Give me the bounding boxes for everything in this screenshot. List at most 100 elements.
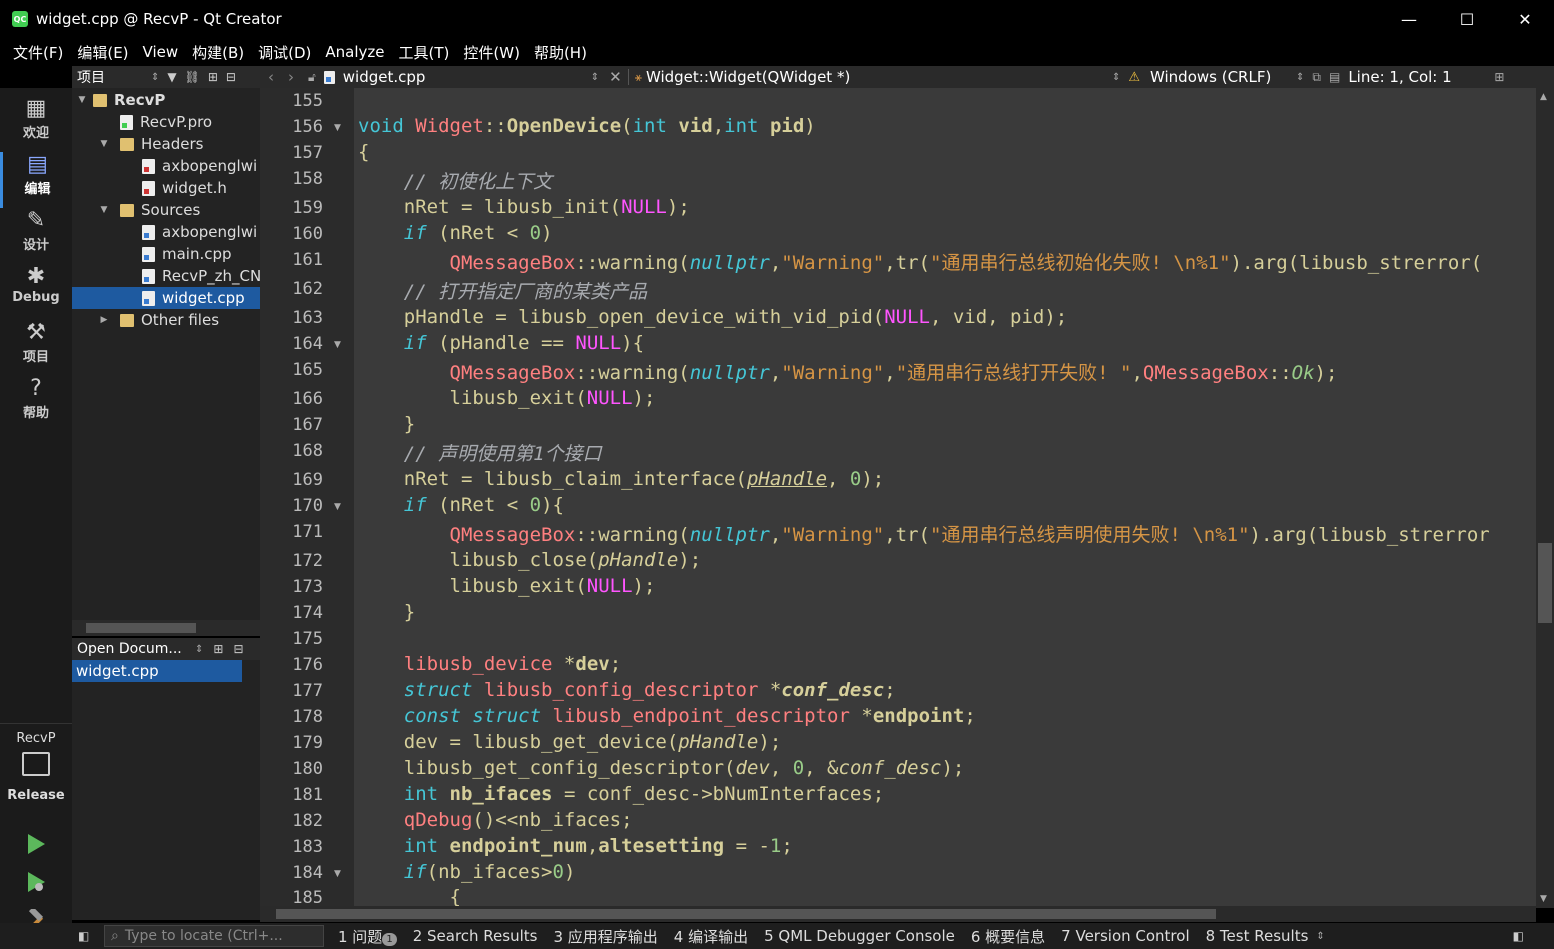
filter-icon[interactable]: ▼ (167, 70, 176, 84)
line-number[interactable]: 175 (260, 629, 323, 649)
output-pane-issues[interactable]: 1 问题 1 (330, 926, 405, 947)
code-line[interactable]: if (pHandle == NULL){ (358, 332, 644, 354)
code-line[interactable]: QMessageBox::warning(nullptr,"Warning","… (358, 358, 1338, 385)
mode-help[interactable]: ? 帮助 (0, 376, 72, 432)
split-icon[interactable]: ⊞ (213, 642, 223, 656)
output-pane-app-output[interactable]: 3 应用程序输出 (545, 926, 665, 947)
line-number[interactable]: 157 (260, 143, 323, 163)
line-number[interactable]: 156 (260, 117, 323, 137)
line-number[interactable]: 170 (260, 496, 323, 516)
tree-item-folder[interactable]: ▼ Sources (72, 199, 260, 221)
run-button[interactable] (22, 830, 50, 858)
mode-debug[interactable]: ✱ Debug (0, 264, 72, 320)
kit-selector-monitor-icon[interactable] (22, 752, 50, 776)
line-number[interactable]: 177 (260, 681, 323, 701)
minimize-button[interactable]: — (1380, 0, 1438, 38)
line-number[interactable]: 162 (260, 279, 323, 299)
code-line[interactable]: // 声明使用第1个接口 (358, 439, 602, 466)
locator-input[interactable]: ⌕ Type to locate (Ctrl+... (104, 925, 324, 947)
document-icon[interactable]: ▤ (1329, 70, 1340, 84)
code-line[interactable]: { (358, 141, 369, 163)
lock-icon[interactable]: 🔓︎ (308, 70, 316, 85)
line-number[interactable]: 169 (260, 470, 323, 490)
line-number[interactable]: 159 (260, 198, 323, 218)
tree-item-file[interactable]: widget.h (72, 177, 260, 199)
fold-marker-icon[interactable]: ▼ (334, 340, 341, 350)
collapse-arrow-icon[interactable]: ▶ (98, 315, 110, 325)
line-number[interactable]: 185 (260, 888, 323, 908)
dropdown-arrows-icon[interactable]: ⇕ (1296, 72, 1304, 83)
view-selector-arrows-icon[interactable]: ⇕ (151, 72, 159, 83)
code-line[interactable]: QMessageBox::warning(nullptr,"Warning",t… (358, 520, 1490, 547)
line-number[interactable]: 165 (260, 360, 323, 380)
tree-item-folder[interactable]: ▼ Headers (72, 133, 260, 155)
tree-item-project[interactable]: ▼ RecvP (72, 89, 260, 111)
line-number[interactable]: 172 (260, 551, 323, 571)
code-line[interactable]: nRet = libusb_init(NULL); (358, 196, 690, 218)
tree-item-file[interactable]: main.cpp (72, 243, 260, 265)
scroll-up-arrow-icon[interactable]: ▲ (1540, 92, 1547, 102)
link-editor-icon[interactable]: ⛓ (185, 70, 200, 84)
code-line[interactable]: int nb_ifaces = conf_desc->bNumInterface… (358, 783, 884, 805)
toggle-sidebar-icon[interactable]: ◧ (78, 929, 89, 943)
line-number[interactable]: 160 (260, 224, 323, 244)
line-number[interactable]: 182 (260, 811, 323, 831)
code-editor[interactable]: void Widget::OpenDevice(int vid,int pid)… (354, 88, 1536, 908)
project-tree-scrollbar[interactable] (72, 620, 260, 636)
close-panel-icon[interactable]: ⊟ (226, 70, 236, 84)
code-line[interactable]: libusb_close(pHandle); (358, 549, 702, 571)
menu-view[interactable]: View (136, 43, 186, 61)
line-number[interactable]: 181 (260, 785, 323, 805)
code-line[interactable]: nRet = libusb_claim_interface(pHandle, 0… (358, 468, 885, 490)
output-pane-test-results[interactable]: 8 Test Results (1198, 927, 1317, 945)
menu-file[interactable]: 文件(F) (6, 42, 70, 63)
output-pane-version-control[interactable]: 7 Version Control (1053, 927, 1197, 945)
tree-item-file[interactable]: RecvP.pro (72, 111, 260, 133)
editor-vertical-scrollbar[interactable]: ▲ ▼ (1536, 88, 1554, 908)
line-number[interactable]: 155 (260, 91, 323, 111)
close-panel-icon[interactable]: ⊟ (233, 642, 243, 656)
bookmark-icon[interactable]: ⧉ (1312, 70, 1321, 85)
line-number[interactable]: 184 (260, 863, 323, 883)
back-arrow-icon[interactable]: ‹ (268, 68, 274, 86)
menu-help[interactable]: 帮助(H) (527, 42, 594, 63)
line-number[interactable]: 163 (260, 308, 323, 328)
fold-marker-icon[interactable]: ▼ (334, 123, 341, 133)
output-pane-general-messages[interactable]: 6 概要信息 (963, 926, 1053, 947)
line-number[interactable]: 173 (260, 577, 323, 597)
forward-arrow-icon[interactable]: › (288, 68, 294, 86)
mode-design[interactable]: ✎ 设计 (0, 208, 72, 264)
fold-marker-icon[interactable]: ▼ (334, 502, 341, 512)
scrollbar-thumb[interactable] (86, 623, 196, 633)
menu-debug[interactable]: 调试(D) (251, 42, 318, 63)
line-number[interactable]: 167 (260, 415, 323, 435)
output-pane-search[interactable]: 2 Search Results (405, 927, 546, 945)
mode-edit[interactable]: ▤ 编辑 (0, 152, 72, 208)
line-number-gutter[interactable]: 155 156 ▼ 157 158 159 160 161 162 163 164 ▼ 165 166 16… (260, 88, 354, 908)
mode-projects[interactable]: ⚒ 项目 (0, 320, 72, 376)
code-line[interactable]: } (358, 413, 415, 435)
menu-analyze[interactable]: Analyze (318, 43, 391, 61)
open-document-item[interactable]: widget.cpp (72, 660, 242, 682)
dropdown-arrows-icon[interactable]: ⇕ (591, 72, 599, 83)
line-number[interactable]: 176 (260, 655, 323, 675)
menu-build[interactable]: 构建(B) (185, 42, 251, 63)
line-number[interactable]: 171 (260, 522, 323, 542)
code-line[interactable]: QMessageBox::warning(nullptr,"Warning",t… (358, 248, 1483, 275)
warning-icon[interactable]: ⚠ (1128, 70, 1140, 85)
line-number[interactable]: 178 (260, 707, 323, 727)
split-icon[interactable]: ⊞ (1494, 70, 1504, 84)
open-documents-title[interactable]: Open Docum... (77, 641, 195, 657)
code-line[interactable]: // 初使化上下文 (358, 167, 552, 194)
line-ending-selector[interactable]: Windows (CRLF) (1150, 68, 1296, 86)
tree-item-file[interactable]: RecvP_zh_CN (72, 265, 260, 287)
cursor-position[interactable]: Line: 1, Col: 1 (1348, 68, 1488, 86)
mode-welcome[interactable]: ▦ 欢迎 (0, 96, 72, 152)
code-line[interactable]: libusb_device *dev; (358, 653, 621, 675)
line-number[interactable]: 166 (260, 389, 323, 409)
code-line[interactable]: dev = libusb_get_device(pHandle); (358, 731, 782, 753)
line-number[interactable]: 179 (260, 733, 323, 753)
tree-item-folder[interactable]: ▶ Other files (72, 309, 260, 331)
code-line[interactable]: libusb_get_config_descriptor(dev, 0, &co… (358, 757, 965, 779)
code-line[interactable]: qDebug()<<nb_ifaces; (358, 809, 633, 831)
